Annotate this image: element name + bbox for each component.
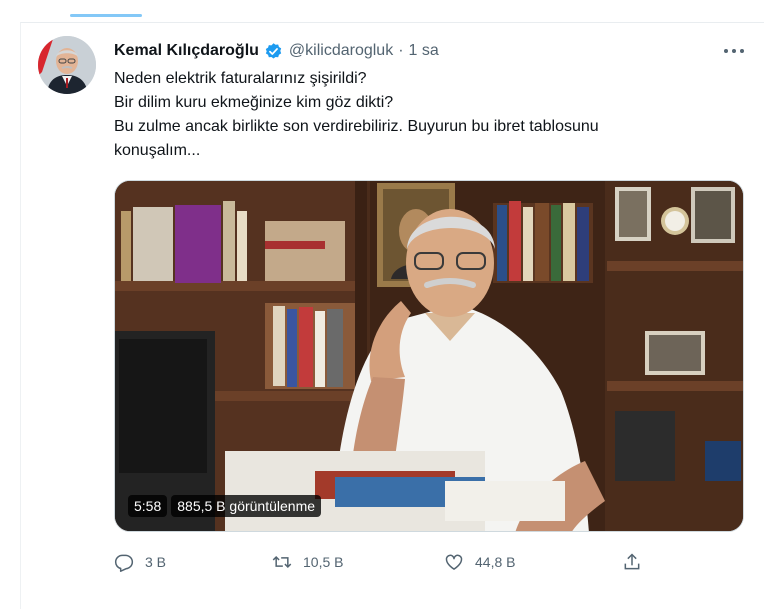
- author-display-name[interactable]: Kemal Kılıçdaroğlu: [114, 42, 259, 60]
- tweet-text-line: konuşalım...: [114, 142, 201, 159]
- tweet-text-line: Neden elektrik faturalarınız şişirildi?: [114, 70, 367, 87]
- author-handle[interactable]: @kilicdarogluk: [289, 42, 393, 60]
- like-count: 44,8 B: [475, 554, 516, 570]
- video-thumbnail: [115, 181, 743, 531]
- share-button[interactable]: [622, 550, 642, 574]
- tweet-text: Neden elektrik faturalarınız şişirildi? …: [114, 67, 714, 163]
- avatar-image: [38, 36, 96, 94]
- heart-icon: [445, 554, 463, 570]
- video-info-badges: 5:58 885,5 B görüntülenme: [128, 495, 322, 517]
- video-duration: 5:58: [128, 495, 168, 517]
- avatar[interactable]: [38, 36, 96, 94]
- like-button[interactable]: 44,8 B: [444, 550, 515, 574]
- tweet-text-line: Bu zulme ancak birlikte son verdirebilir…: [114, 118, 599, 135]
- separator-dot: ·: [398, 42, 404, 59]
- reply-icon: [114, 554, 134, 572]
- tweet-actions: 3 B 10,5 B 44,8 B: [114, 550, 654, 574]
- verified-badge-icon: [264, 42, 283, 61]
- reply-count: 3 B: [145, 554, 167, 570]
- tweet-text-line: Bir dilim kuru ekmeğinize kim göz dikti?: [114, 94, 394, 111]
- tweet-timestamp[interactable]: 1 sa: [409, 42, 439, 60]
- retweet-icon: [272, 555, 292, 569]
- retweet-button[interactable]: 10,5 B: [272, 550, 343, 574]
- reply-button[interactable]: 3 B: [114, 550, 166, 574]
- more-options-button[interactable]: [720, 42, 748, 60]
- retweet-count: 10,5 B: [303, 554, 344, 570]
- more-dots-icon: [724, 49, 728, 53]
- video-view-count: 885,5 B görüntülenme: [171, 495, 322, 517]
- tab-indicator: [70, 14, 142, 17]
- share-icon: [624, 553, 640, 570]
- video-player[interactable]: [114, 180, 744, 532]
- tweet-header: Kemal Kılıçdaroğlu @kilicdarogluk · 1 sa: [114, 40, 439, 62]
